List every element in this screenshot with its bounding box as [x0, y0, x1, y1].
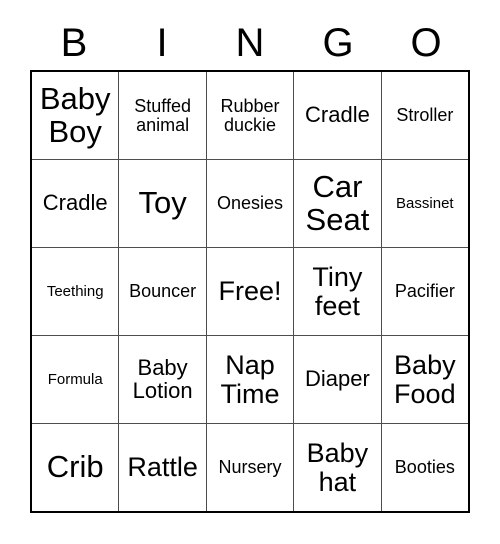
bingo-row: Baby Boy Stuffed animal Rubber duckie Cradl…: [32, 72, 469, 159]
bingo-row: Crib Rattle Nursery Baby hat Booties: [32, 423, 469, 511]
bingo-cell[interactable]: Stroller: [380, 72, 469, 159]
bingo-cell[interactable]: Formula: [32, 336, 119, 423]
bingo-cell[interactable]: Nap Time: [205, 336, 294, 423]
bingo-cell-label: Booties: [394, 457, 455, 478]
bingo-cell[interactable]: Bassinet: [380, 160, 469, 247]
bingo-cell[interactable]: Rattle: [118, 424, 206, 511]
bingo-cell[interactable]: Stuffed animal: [118, 72, 206, 159]
bingo-cell[interactable]: Cradle: [32, 160, 119, 247]
bingo-cell-label: Nap Time: [220, 350, 280, 409]
bingo-cell[interactable]: Crib: [32, 424, 119, 511]
bingo-cell-label: Crib: [46, 449, 104, 485]
bingo-cell-label: Bassinet: [396, 194, 454, 212]
bingo-cell-label: Nursery: [218, 457, 282, 478]
bingo-cell-label: Baby Lotion: [132, 354, 193, 403]
bingo-cell-label: Rattle: [127, 452, 198, 483]
bingo-cell-label: Pacifier: [394, 281, 455, 302]
bingo-header-letter-i: I: [156, 21, 168, 65]
bingo-cell[interactable]: Baby Food: [380, 336, 469, 423]
bingo-cell-label: Teething: [46, 282, 104, 300]
bingo-cell-label: Formula: [47, 370, 103, 388]
bingo-cell[interactable]: Booties: [380, 424, 469, 511]
bingo-card: B I N G O Baby Boy Stuffed animal Rubber ducki…: [0, 0, 500, 544]
bingo-cell-label: Free!: [218, 276, 282, 307]
bingo-cell-label: Baby Food: [394, 350, 456, 409]
bingo-row: Teething Bouncer Free! Tiny feet Pacifier: [32, 247, 469, 335]
bingo-cell-label: Baby Boy: [39, 81, 111, 149]
bingo-row: Formula Baby Lotion Nap Time Diaper Baby Foo…: [32, 335, 469, 423]
bingo-free-space-cell[interactable]: Free!: [205, 248, 294, 335]
bingo-header: BINGO: [30, 17, 470, 69]
bingo-cell-label: Baby hat: [306, 438, 369, 497]
bingo-header-letter-n: N: [235, 21, 265, 65]
bingo-cell-label: Toy: [138, 185, 187, 221]
bingo-cell[interactable]: Baby Lotion: [118, 336, 206, 423]
bingo-cell-label: Stroller: [396, 105, 454, 126]
bingo-cell-label: Diaper: [305, 366, 370, 392]
bingo-cell[interactable]: Diaper: [293, 336, 381, 423]
bingo-cell-label: Bouncer: [129, 281, 197, 302]
bingo-cell[interactable]: Rubber duckie: [205, 72, 294, 159]
bingo-row: Cradle Toy Onesies Car Seat Bassinet: [32, 159, 469, 247]
bingo-cell[interactable]: Tiny feet: [293, 248, 381, 335]
bingo-cell[interactable]: Baby Boy: [32, 72, 119, 159]
bingo-cell[interactable]: Baby hat: [293, 424, 381, 511]
bingo-cell-label: Rubber duckie: [220, 95, 280, 135]
bingo-cell[interactable]: Cradle: [293, 72, 381, 159]
bingo-header-letter-o: O: [410, 21, 442, 65]
bingo-cell-label: Stuffed animal: [134, 95, 191, 135]
bingo-header-letter-g: G: [322, 21, 354, 65]
bingo-cell[interactable]: Onesies: [205, 160, 294, 247]
bingo-header-letter-b: B: [60, 21, 88, 65]
bingo-cell-label: Cradle: [42, 190, 108, 216]
bingo-cell[interactable]: Car Seat: [293, 160, 381, 247]
bingo-cell-label: Tiny feet: [312, 262, 363, 321]
bingo-cell-label: Car Seat: [305, 169, 370, 237]
bingo-cell[interactable]: Bouncer: [118, 248, 206, 335]
bingo-cell[interactable]: Nursery: [205, 424, 294, 511]
bingo-cell[interactable]: Teething: [32, 248, 119, 335]
bingo-grid: Baby Boy Stuffed animal Rubber duckie Cradl…: [30, 70, 470, 513]
bingo-cell[interactable]: Toy: [118, 160, 206, 247]
bingo-cell[interactable]: Pacifier: [380, 248, 469, 335]
bingo-cell-label: Cradle: [305, 102, 370, 128]
bingo-cell-label: Onesies: [216, 193, 284, 214]
